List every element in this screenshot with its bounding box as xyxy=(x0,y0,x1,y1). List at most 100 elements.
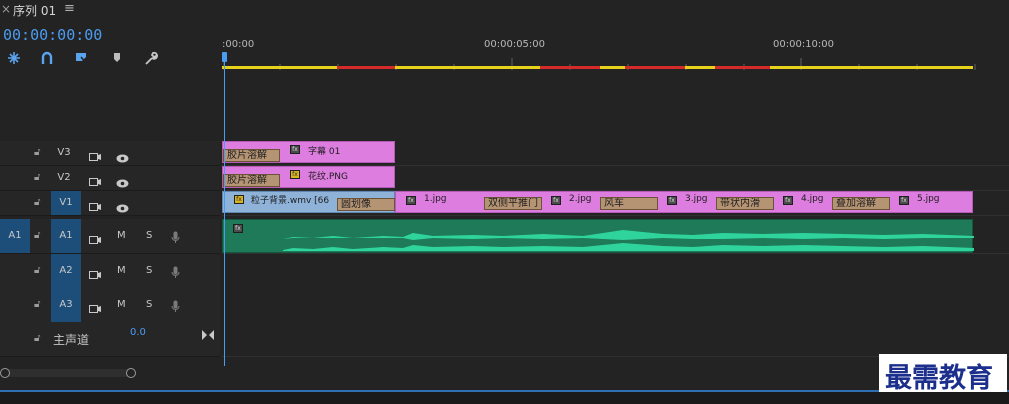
track-name-a2: A2 xyxy=(59,265,73,276)
marker-icon[interactable] xyxy=(108,51,126,67)
sync-lock-icon[interactable] xyxy=(89,265,101,284)
track-name-v3[interactable]: V3 xyxy=(54,147,74,158)
lock-icon[interactable]: 🔓︎ xyxy=(34,147,40,158)
solo-button[interactable]: S xyxy=(146,230,152,241)
track-lane-a2[interactable] xyxy=(222,254,1009,289)
transition-iris-round[interactable]: 圆划像 xyxy=(337,198,395,211)
zoom-handle-left[interactable] xyxy=(0,368,10,378)
solo-button[interactable]: S xyxy=(146,265,152,276)
track-lane-v3[interactable]: 胶片溶解 fx 字幕 01 xyxy=(222,141,1009,166)
timeline-footer xyxy=(0,357,1009,390)
track-header-a3: 🔓︎ A3 M S xyxy=(0,288,220,323)
source-patch-a1[interactable]: A1 xyxy=(0,219,30,253)
sync-lock-icon[interactable] xyxy=(89,147,101,166)
zoom-scrollbar[interactable] xyxy=(0,368,136,378)
clip-particle-background[interactable]: fx 粒子背景.wmv [66 圆划像 xyxy=(222,191,395,213)
panel-menu-icon[interactable]: ≡ xyxy=(64,1,75,16)
lock-icon[interactable]: 🔓︎ xyxy=(34,230,40,241)
microphone-icon[interactable] xyxy=(171,229,180,248)
tab-close-icon[interactable]: × xyxy=(1,2,11,16)
playhead-line[interactable] xyxy=(224,60,225,366)
ruler-label-10s: 00:00:10:00 xyxy=(773,39,835,50)
magnet-icon[interactable] xyxy=(38,51,56,67)
zoom-handle-right[interactable] xyxy=(126,368,136,378)
lock-icon[interactable]: 🔓︎ xyxy=(34,172,40,183)
lock-icon[interactable]: 🔓︎ xyxy=(34,197,40,208)
clip-subtitle-01[interactable]: 胶片溶解 fx 字幕 01 xyxy=(222,141,395,163)
render-bar-yellow xyxy=(770,66,973,69)
lock-icon[interactable]: 🔓︎ xyxy=(34,265,40,276)
clip-name: 字幕 01 xyxy=(308,147,341,157)
render-bar-yellow xyxy=(600,66,625,69)
render-bar-red xyxy=(625,66,685,69)
track-lane-v1[interactable]: fx 粒子背景.wmv [66 圆划像 fx 1.jpg 双侧平推门 fx 2.… xyxy=(222,191,1009,216)
time-ruler[interactable] xyxy=(222,36,1009,70)
track-name-v2[interactable]: V2 xyxy=(54,172,74,183)
transition-additive-dissolve[interactable]: 叠加溶解 xyxy=(832,197,890,210)
header-spacer xyxy=(0,70,220,140)
lock-icon[interactable]: 🔓︎ xyxy=(34,299,40,310)
sequence-tab-title[interactable]: 序列 01 xyxy=(13,2,56,19)
clip-name-5: 5.jpg xyxy=(917,194,940,204)
track-target-a2[interactable]: A2 xyxy=(51,254,81,288)
eye-icon[interactable] xyxy=(116,173,129,192)
render-bar-red xyxy=(540,66,600,69)
snap-icon[interactable] xyxy=(5,51,23,67)
master-volume-value[interactable]: 0.0 xyxy=(130,327,146,338)
track-lane-v2[interactable]: 胶片溶解 fx 花纹.PNG xyxy=(222,166,1009,191)
clip-name: 粒子背景.wmv [66 xyxy=(251,196,330,206)
bottom-strip xyxy=(0,392,1009,404)
sync-lock-icon[interactable] xyxy=(89,172,101,191)
sync-lock-icon[interactable] xyxy=(89,197,101,216)
render-bar-yellow xyxy=(685,66,715,69)
solo-button[interactable]: S xyxy=(146,299,152,310)
clip-name-2: 2.jpg xyxy=(569,194,592,204)
render-bar-red xyxy=(715,66,770,69)
transition-double-side-push[interactable]: 双侧平推门 xyxy=(484,197,542,210)
linked-selection-icon[interactable] xyxy=(72,51,90,67)
fx-badge-icon: fx xyxy=(551,196,561,205)
render-bar-yellow xyxy=(395,66,540,69)
track-lane-a1[interactable]: fx xyxy=(222,219,1009,254)
wrench-icon[interactable] xyxy=(141,51,159,67)
track-header-a1: A1 🔓︎ A1 M S xyxy=(0,219,220,254)
fx-badge-icon: fx xyxy=(290,170,300,179)
track-lane-a3[interactable] xyxy=(222,288,1009,323)
sync-lock-icon[interactable] xyxy=(89,299,101,318)
go-to-in-out-icon[interactable] xyxy=(202,325,214,344)
fx-badge-icon: fx xyxy=(290,145,300,154)
fx-badge-icon: fx xyxy=(234,195,244,204)
transition-film-dissolve[interactable]: 胶片溶解 xyxy=(223,149,280,162)
track-header-v3: 🔓︎ V3 xyxy=(0,141,220,166)
track-header-v2: 🔓︎ V2 xyxy=(0,166,220,191)
microphone-icon[interactable] xyxy=(171,264,180,283)
mute-button[interactable]: M xyxy=(117,265,126,276)
track-name-a3: A3 xyxy=(59,299,73,310)
render-bar-yellow xyxy=(222,66,337,69)
eye-icon[interactable] xyxy=(116,148,129,167)
source-name-a1: A1 xyxy=(8,230,22,241)
track-name-a1: A1 xyxy=(59,230,73,241)
eye-icon[interactable] xyxy=(116,198,129,217)
sequence-tab-bar: × 序列 01 ≡ xyxy=(0,0,1009,20)
master-track-label: 主声道 xyxy=(53,333,90,347)
sync-lock-icon[interactable] xyxy=(89,230,101,249)
track-lane-master[interactable] xyxy=(222,322,1009,357)
transition-band-slide[interactable]: 带状内滑 xyxy=(716,197,774,210)
clip-sequence-images[interactable]: fx 1.jpg 双侧平推门 fx 2.jpg 风车 fx 3.jpg 带状内滑… xyxy=(395,191,973,213)
microphone-icon[interactable] xyxy=(171,298,180,317)
transition-pinwheel[interactable]: 风车 xyxy=(600,197,658,210)
track-target-v1[interactable]: V1 xyxy=(51,191,81,215)
mute-button[interactable]: M xyxy=(117,230,126,241)
render-bar-red xyxy=(337,66,395,69)
mute-button[interactable]: M xyxy=(117,299,126,310)
track-target-a1[interactable]: A1 xyxy=(51,219,81,253)
clip-pattern-png[interactable]: 胶片溶解 fx 花纹.PNG xyxy=(222,166,395,188)
lock-icon[interactable]: 🔓︎ xyxy=(34,333,40,344)
ruler-label-start: :00:00 xyxy=(222,39,255,50)
track-target-a3[interactable]: A3 xyxy=(51,288,81,322)
playhead-timecode[interactable]: 00:00:00:00 xyxy=(3,26,102,44)
transition-film-dissolve[interactable]: 胶片溶解 xyxy=(223,174,280,187)
audio-clip[interactable]: fx xyxy=(222,219,974,253)
track-header-a2: 🔓︎ A2 M S xyxy=(0,254,220,289)
